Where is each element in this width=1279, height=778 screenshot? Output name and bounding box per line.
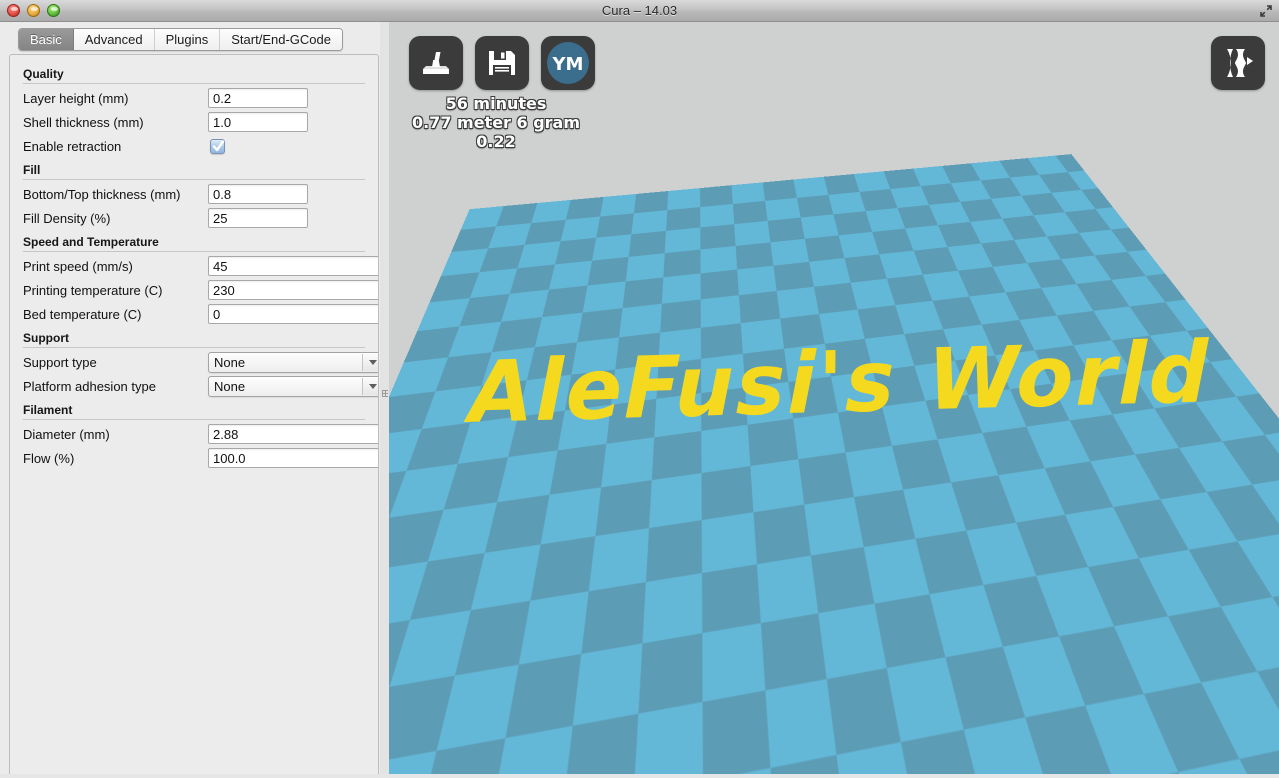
fill-density-input[interactable] [208,208,308,228]
group-divider [23,179,365,180]
printing-temperature-input[interactable] [208,280,378,300]
platform-adhesion-type-select[interactable]: None [208,375,378,397]
view-mode-icon [1227,49,1253,77]
splitter-grip [382,390,388,397]
setting-row-shell-thickness: Shell thickness (mm) [10,111,378,133]
settings-panel: Basic Advanced Plugins Start/End-GCode Q… [0,22,388,778]
window-bottom-chrome [0,774,1279,778]
bottom-top-thickness-input[interactable] [208,184,308,204]
group-title-quality: Quality [23,67,64,81]
setting-label: Printing temperature (C) [23,282,163,298]
group-divider [23,251,365,252]
group-title-speed-temperature: Speed and Temperature [23,235,159,249]
setting-row-bed-temperature: Bed temperature (C) [10,303,378,325]
group-title-support: Support [23,331,69,345]
support-type-value: None [214,354,246,370]
tab-start-end-gcode[interactable]: Start/End-GCode [220,29,342,50]
group-title-filament: Filament [23,403,73,417]
setting-row-printing-temperature: Printing temperature (C) [10,279,378,301]
group-divider [23,83,365,84]
enable-retraction-checkbox[interactable] [210,138,225,154]
setting-row-platform-adhesion-type: Platform adhesion type None [10,375,378,397]
setting-label: Flow (%) [23,450,75,466]
panel-splitter[interactable] [380,22,389,778]
save-toolpath-button[interactable] [475,36,529,90]
filament-flow-input[interactable] [208,448,378,468]
application-window: Cura – 14.03 Basic Advanced Plugins Star… [0,0,1279,778]
settings-tab-bar: Basic Advanced Plugins Start/End-GCode [18,28,343,51]
setting-row-support-type: Support type None [10,351,378,373]
support-type-select[interactable]: None [208,351,378,373]
shell-thickness-input[interactable] [208,112,308,132]
setting-row-fill-density: Fill Density (%) [10,207,378,229]
title-bar: Cura – 14.03 [0,0,1279,22]
printer-load-icon [423,52,449,74]
tab-plugins[interactable]: Plugins [154,29,221,50]
setting-label: Print speed (mm/s) [23,258,133,274]
print-speed-input[interactable] [208,256,378,276]
setting-label: Shell thickness (mm) [23,114,144,130]
setting-label: Fill Density (%) [23,210,111,226]
setting-row-layer-height: Layer height (mm) [10,87,378,109]
viewport-toolbar: YM [409,36,595,90]
window-title: Cura – 14.03 [601,3,678,18]
setting-label: Platform adhesion type [23,378,156,394]
setting-row-print-speed: Print speed (mm/s) [10,255,378,277]
load-model-button[interactable] [409,36,463,90]
setting-label: Enable retraction [23,138,122,154]
setting-row-diameter: Diameter (mm) [10,423,378,445]
setting-row-bottom-top-thickness: Bottom/Top thickness (mm) [10,183,378,205]
setting-label: Diameter (mm) [23,426,110,442]
chevron-down-icon [362,353,378,371]
setting-row-flow: Flow (%) [10,447,378,469]
3d-viewport[interactable]: AleFusi's World YM 56 minutes 0.77 meter… [389,22,1279,778]
youmagine-icon: YM [547,42,589,84]
platform-adhesion-type-value: None [214,378,246,394]
checkmark-icon [212,139,225,151]
tab-advanced[interactable]: Advanced [73,29,155,50]
svg-text:YM: YM [552,54,584,75]
group-divider [23,419,365,420]
view-mode-button[interactable] [1211,36,1265,90]
group-divider [23,347,365,348]
group-title-fill: Fill [23,163,41,177]
layer-height-input[interactable] [208,88,308,108]
build-plate [389,154,1279,778]
fullscreen-button[interactable] [1259,4,1273,18]
setting-label: Bed temperature (C) [23,306,142,322]
build-plate-wrapper [389,22,1279,778]
tab-basic[interactable]: Basic [19,29,74,50]
setting-row-enable-retraction: Enable retraction [10,135,378,157]
setting-label: Support type [23,354,97,370]
setting-label: Bottom/Top thickness (mm) [23,186,181,202]
bed-temperature-input[interactable] [208,304,378,324]
filament-diameter-input[interactable] [208,424,378,444]
setting-label: Layer height (mm) [23,90,129,106]
floppy-save-icon [489,51,515,75]
share-youmagine-button[interactable]: YM [541,36,595,90]
chevron-down-icon [362,377,378,395]
settings-scroll-area[interactable]: Quality Layer height (mm) Shell thicknes… [9,54,379,778]
